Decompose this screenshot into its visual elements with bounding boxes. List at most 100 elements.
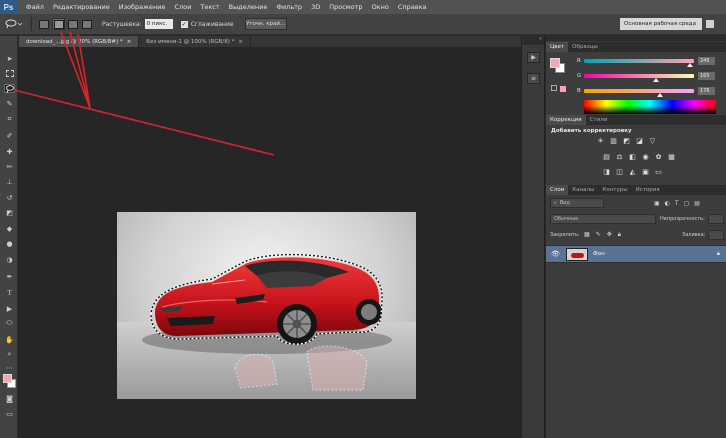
menu-file[interactable]: Файл <box>26 3 44 11</box>
tab-styles[interactable]: Стили <box>586 115 612 125</box>
type-filter-icon[interactable]: T <box>675 200 679 207</box>
tab-untitled[interactable]: Без имени-1 @ 100% (RGB/8) * × <box>139 36 251 47</box>
tab-channels[interactable]: Каналы <box>568 185 598 195</box>
eraser-tool-icon[interactable]: ◩ <box>4 208 15 217</box>
exposure-icon[interactable]: ◪ <box>635 136 644 145</box>
path-selection-tool-icon[interactable]: ▶ <box>4 304 15 313</box>
fill-input[interactable] <box>708 230 724 240</box>
add-to-selection-button[interactable] <box>52 18 65 30</box>
brush-tool-icon[interactable]: ✏ <box>4 162 15 171</box>
channel-mixer-icon[interactable]: ✿ <box>654 152 663 161</box>
blue-slider-track[interactable] <box>584 89 694 97</box>
type-tool-icon[interactable]: T <box>4 288 15 297</box>
feather-input[interactable]: 0 пикс. <box>144 19 173 29</box>
red-slider-thumb[interactable] <box>686 63 693 67</box>
green-slider[interactable]: G 165 <box>577 71 717 82</box>
menu-filter[interactable]: Фильтр <box>276 3 302 11</box>
move-tool-icon[interactable]: ➤ <box>4 54 15 63</box>
gradient-tool-icon[interactable]: ◆ <box>4 224 15 233</box>
menu-type[interactable]: Текст <box>200 3 219 11</box>
menu-help[interactable]: Справка <box>398 3 427 11</box>
shape-tool-icon[interactable]: ⬭ <box>4 319 15 328</box>
blue-slider[interactable]: B 176 <box>577 86 717 97</box>
red-slider[interactable]: R 245 <box>577 56 717 67</box>
red-value[interactable]: 245 <box>698 57 715 65</box>
layer-kind-filter[interactable]: ⌕ Вид <box>550 198 604 208</box>
green-value[interactable]: 165 <box>698 72 715 80</box>
lock-all-icon[interactable]: 🔒︎ <box>618 231 621 238</box>
dodge-tool-icon[interactable]: ◑ <box>4 255 15 264</box>
selective-color-icon[interactable]: ▣ <box>641 167 650 176</box>
refine-edge-button[interactable]: Уточн. край... <box>244 18 287 30</box>
foreground-color-chip[interactable] <box>550 58 560 68</box>
play-icon[interactable]: ▶ <box>527 52 540 63</box>
tab-color[interactable]: Цвет <box>546 42 569 52</box>
workspace-select[interactable]: Основная рабочая среда <box>620 18 702 30</box>
curves-icon[interactable]: ◩ <box>622 136 631 145</box>
red-slider-track[interactable] <box>584 59 694 67</box>
antialias-checkbox[interactable]: ✓ <box>180 20 188 28</box>
spectrum-bar[interactable] <box>584 100 716 114</box>
brightness-icon[interactable]: ☀ <box>596 136 605 145</box>
eye-icon[interactable]: 👁︎ <box>551 250 560 258</box>
invert-icon[interactable]: ◨ <box>602 167 611 176</box>
menu-view[interactable]: Просмотр <box>329 3 362 11</box>
threshold-icon[interactable]: ◭ <box>628 167 637 176</box>
close-icon[interactable]: × <box>238 39 243 45</box>
hue-saturation-icon[interactable]: ▤ <box>602 152 611 161</box>
crop-tool-icon[interactable]: ⌗ <box>4 115 15 124</box>
quick-mask-icon[interactable]: ◙ <box>4 394 15 403</box>
blue-slider-thumb[interactable] <box>656 93 663 97</box>
posterize-icon[interactable]: ◫ <box>615 167 624 176</box>
smart-filter-icon[interactable]: ▤ <box>694 200 700 207</box>
tab-swatches[interactable]: Образцы <box>568 42 602 52</box>
menu-3d[interactable]: 3D <box>311 3 320 11</box>
healing-brush-tool-icon[interactable]: ✚ <box>4 147 15 156</box>
menu-layers[interactable]: Слои <box>174 3 191 11</box>
history-brush-tool-icon[interactable]: ↺ <box>4 193 15 202</box>
workspace-dropdown-icon[interactable] <box>706 20 714 28</box>
vibrance-icon[interactable]: ▽ <box>648 136 657 145</box>
blur-tool-icon[interactable]: ● <box>4 239 15 248</box>
screen-mode-icon[interactable]: ▭ <box>4 409 15 418</box>
lock-position-icon[interactable]: ✥ <box>607 231 612 238</box>
layer-row-background[interactable]: 👁︎ Фон 🔒︎ <box>546 245 726 263</box>
levels-icon[interactable]: ▥ <box>609 136 618 145</box>
blend-mode-select[interactable]: Обычные <box>550 214 656 224</box>
color-balance-icon[interactable]: ⚖ <box>615 152 624 161</box>
quick-selection-tool-icon[interactable]: ✎ <box>4 99 15 108</box>
lock-icons[interactable]: ▦ ✎ ✥ 🔒︎ <box>584 231 644 238</box>
tab-history[interactable]: История <box>632 185 664 195</box>
layer-name[interactable]: Фон <box>593 251 605 257</box>
color-lookup-icon[interactable]: ▦ <box>667 152 676 161</box>
document-image[interactable] <box>117 212 416 399</box>
adjustment-filter-icon[interactable]: ◐ <box>665 200 670 207</box>
tab-paths[interactable]: Контуры <box>598 185 631 195</box>
opacity-input[interactable] <box>708 214 724 224</box>
menu-select[interactable]: Выделение <box>229 3 268 11</box>
green-slider-track[interactable] <box>584 74 694 82</box>
eyedropper-tool-icon[interactable]: ✐ <box>4 131 15 140</box>
new-selection-button[interactable] <box>38 18 50 30</box>
tab-adjustments[interactable]: Коррекция <box>546 115 586 125</box>
subtract-from-selection-button[interactable] <box>67 18 79 30</box>
menu-window[interactable]: Окно <box>372 3 389 11</box>
photo-filter-icon[interactable]: ◉ <box>641 152 650 161</box>
tab-layers[interactable]: Слои <box>546 185 569 195</box>
zoom-tool-icon[interactable]: ⌕ <box>4 350 15 359</box>
pen-tool-icon[interactable]: ✒ <box>4 272 15 281</box>
green-slider-thumb[interactable] <box>652 78 659 82</box>
hand-tool-icon[interactable]: ✋ <box>4 335 15 344</box>
shape-filter-icon[interactable]: ▢ <box>684 200 690 207</box>
clone-stamp-tool-icon[interactable]: ⊥ <box>4 177 15 186</box>
tool-preset-picker[interactable] <box>3 18 25 30</box>
pixel-filter-icon[interactable]: ▣ <box>654 200 660 207</box>
gradient-map-icon[interactable]: ▭ <box>654 167 663 176</box>
menu-image[interactable]: Изображение <box>119 3 166 11</box>
menu-edit[interactable]: Редактирование <box>53 3 110 11</box>
tab-download-jpg[interactable]: download_...jpg @ 20% (RGB/8#) * × <box>19 36 140 47</box>
close-icon[interactable]: × <box>127 39 132 45</box>
more-tools-icon[interactable]: ⋯ <box>4 363 15 372</box>
intersect-selection-button[interactable] <box>81 18 93 30</box>
blue-value[interactable]: 176 <box>698 87 715 95</box>
